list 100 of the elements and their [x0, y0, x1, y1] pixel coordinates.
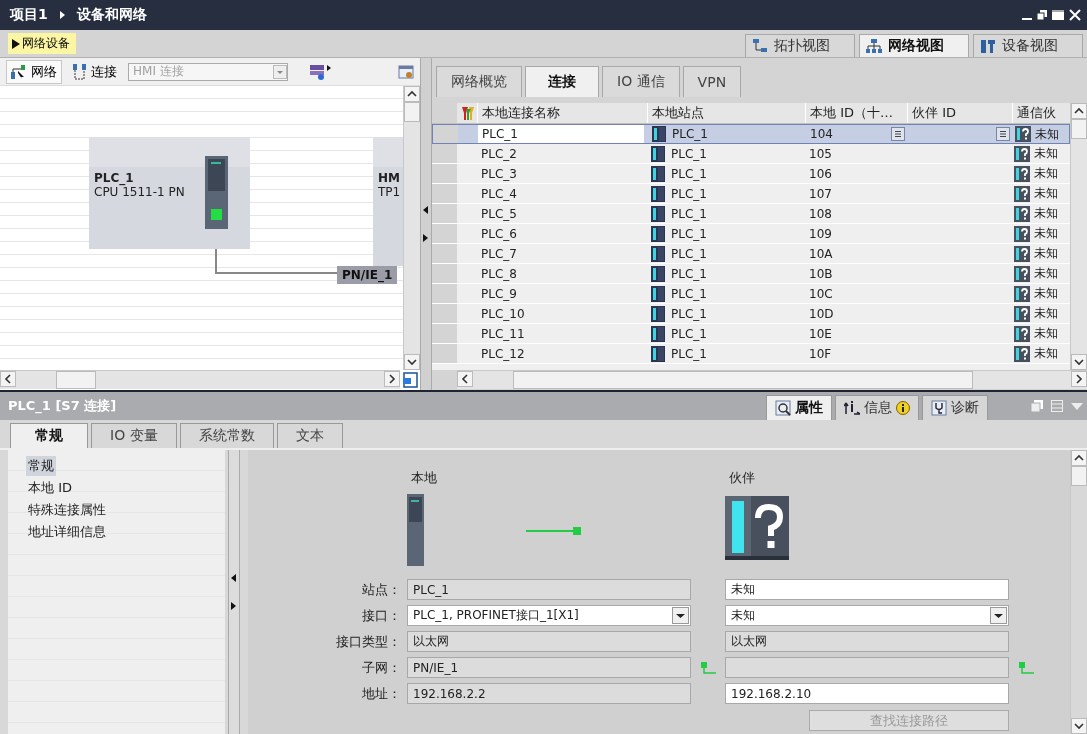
table-row[interactable]: PLC_4 PLC_1 107 未知 — [432, 184, 1070, 204]
tab[interactable]: VPN — [682, 66, 742, 97]
scroll-up-button[interactable] — [1071, 450, 1087, 466]
view-tab[interactable]: 网络视图 — [859, 34, 969, 57]
row-header[interactable] — [432, 264, 457, 283]
nav-item[interactable]: 常规 — [26, 456, 56, 476]
table-row[interactable]: PLC_11 PLC_1 10E 未知 — [432, 324, 1070, 344]
table-row[interactable]: PLC_9 PLC_1 10C 未知 — [432, 284, 1070, 304]
dropdown[interactable]: PLC_1, PROFINET接口_1[X1] — [407, 605, 691, 626]
collapse-left-icon[interactable] — [231, 574, 237, 582]
scroll-thumb[interactable] — [1071, 119, 1087, 139]
scroll-up-button[interactable] — [404, 86, 420, 102]
tab[interactable]: 连接 — [525, 66, 599, 97]
scroll-thumb[interactable] — [1071, 466, 1087, 486]
tab[interactable]: 系统常数 — [179, 423, 274, 448]
row-header[interactable] — [432, 164, 457, 183]
connections-button[interactable]: 连接 — [68, 59, 122, 84]
tab[interactable]: 网络概览 — [436, 66, 522, 97]
dropdown-arrow-icon[interactable] — [1071, 400, 1083, 412]
column-header[interactable]: 本地连接名称 — [482, 104, 560, 122]
panel-layout-icon[interactable] — [1051, 400, 1063, 412]
float-window-icon[interactable] — [1031, 400, 1043, 412]
subnet-label[interactable]: PN/IE_1 — [337, 266, 398, 284]
column-header[interactable]: 本地 ID（十… — [810, 104, 893, 122]
scroll-thumb[interactable] — [404, 102, 420, 122]
inspector-tab[interactable]: 诊断 — [922, 395, 988, 420]
device-card[interactable]: HM TP1 — [373, 137, 403, 266]
table-row[interactable]: PLC_2 PLC_1 105 未知 — [432, 144, 1070, 164]
scroll-right-button[interactable] — [1071, 371, 1087, 387]
table-row[interactable]: PLC_8 PLC_1 10B 未知 — [432, 264, 1070, 284]
scroll-right-button[interactable] — [384, 371, 400, 387]
tab[interactable]: 常规 — [10, 423, 88, 448]
navigator-icon[interactable] — [400, 370, 420, 390]
table-row[interactable]: PLC_10 PLC_1 10D 未知 — [432, 304, 1070, 324]
text-field[interactable] — [725, 657, 1009, 678]
nav-item[interactable]: 特殊连接属性 — [26, 500, 108, 520]
row-header[interactable] — [432, 103, 457, 123]
table-row[interactable]: PLC_5 PLC_1 108 未知 — [432, 204, 1070, 224]
panel-settings-icon[interactable] — [398, 63, 414, 80]
row-header[interactable] — [432, 284, 457, 303]
tab[interactable]: 文本 — [276, 423, 343, 448]
collapse-right-icon[interactable] — [231, 602, 237, 610]
scrollbar[interactable] — [457, 370, 1087, 389]
column-header[interactable]: 通信伙 — [1017, 104, 1056, 122]
scroll-down-button[interactable] — [1071, 354, 1087, 370]
dropdown[interactable]: 未知 — [725, 605, 1009, 626]
text-field[interactable]: PLC_1 — [407, 579, 691, 600]
text-field[interactable]: 未知 — [725, 579, 1009, 600]
row-header[interactable] — [432, 144, 457, 163]
inspector-tab[interactable]: 信息 — [835, 395, 919, 420]
list-button[interactable] — [891, 127, 905, 141]
breadcrumb-item[interactable]: 设备和网络 — [76, 6, 147, 24]
text-field[interactable]: 192.168.2.10 — [725, 683, 1009, 704]
scroll-left-button[interactable] — [0, 371, 16, 387]
scroll-down-button[interactable] — [404, 354, 420, 370]
tab[interactable]: IO 通信 — [602, 66, 680, 97]
scrollbar[interactable] — [0, 370, 400, 389]
table-row[interactable]: PLC_1 PLC_1 104 未知 — [432, 124, 1070, 144]
row-header[interactable] — [432, 344, 457, 363]
table-row[interactable]: PLC_7 PLC_1 10A 未知 — [432, 244, 1070, 264]
network-tool-icon[interactable] — [308, 62, 332, 81]
device-card[interactable]: PLC_1 CPU 1511-1 PN — [89, 137, 250, 249]
row-header[interactable] — [432, 304, 457, 323]
scroll-thumb[interactable] — [513, 371, 973, 389]
scroll-left-button[interactable] — [457, 371, 473, 387]
list-button[interactable] — [996, 127, 1010, 141]
scroll-down-button[interactable] — [1071, 718, 1087, 734]
column-header[interactable]: 本地站点 — [652, 104, 704, 122]
caret-icon — [990, 607, 1007, 624]
collapse-right-icon[interactable] — [423, 234, 429, 242]
inspector-tab[interactable]: 属性 — [766, 395, 832, 420]
restore-icon[interactable] — [1037, 9, 1047, 21]
collapse-left-icon[interactable] — [423, 206, 429, 214]
table-row[interactable]: PLC_6 PLC_1 109 未知 — [432, 224, 1070, 244]
editor-button[interactable]: 网络设备 — [8, 33, 76, 54]
column-header[interactable]: 伙伴 ID — [912, 104, 956, 122]
table-row[interactable]: PLC_3 PLC_1 106 未知 — [432, 164, 1070, 184]
text-field[interactable]: PN/IE_1 — [407, 657, 691, 678]
text-field[interactable]: 以太网 — [725, 631, 1009, 652]
table-cell: 未知 — [1035, 125, 1059, 143]
row-header[interactable] — [433, 125, 458, 143]
table-cell: PLC_3 — [481, 166, 517, 181]
network-button[interactable]: 网络 — [6, 59, 62, 84]
text-field[interactable]: 192.168.2.2 — [407, 683, 691, 704]
nav-item[interactable]: 本地 ID — [26, 478, 74, 498]
scroll-thumb[interactable] — [56, 371, 96, 389]
scrollbar[interactable] — [1070, 450, 1087, 734]
view-tab[interactable]: 设备视图 — [973, 34, 1083, 57]
close-icon[interactable] — [1069, 9, 1081, 21]
table-row[interactable]: PLC_12 PLC_1 10F 未知 — [432, 344, 1070, 364]
maximize-icon[interactable] — [1052, 9, 1064, 21]
row-header[interactable] — [432, 324, 457, 343]
scroll-up-button[interactable] — [1071, 103, 1087, 119]
view-tab[interactable]: 拓扑视图 — [745, 34, 855, 57]
scrollbar[interactable] — [1070, 103, 1087, 370]
scrollbar[interactable] — [403, 86, 420, 370]
text-field[interactable]: 以太网 — [407, 631, 691, 652]
breadcrumb-item[interactable]: 项目1 — [10, 6, 48, 24]
nav-item[interactable]: 地址详细信息 — [26, 522, 108, 542]
tab[interactable]: IO 变量 — [91, 423, 177, 448]
